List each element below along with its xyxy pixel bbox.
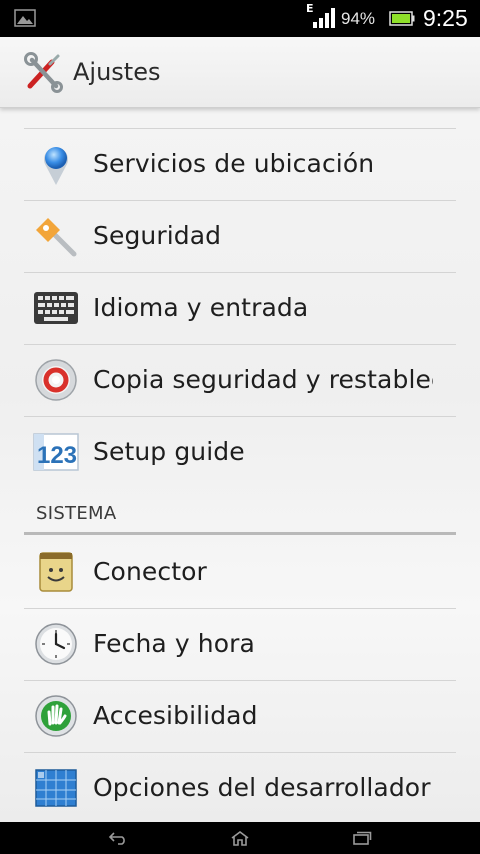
recent-apps-button[interactable]	[342, 826, 382, 850]
status-bar: E 94% 9:25	[0, 0, 480, 37]
page-title: Ajustes	[73, 58, 161, 86]
setting-label: Copia seguridad y restablece	[93, 365, 433, 394]
clock-icon	[35, 623, 77, 665]
image-notification-icon	[14, 9, 36, 27]
setting-setup-guide[interactable]: 123 Setup guide	[0, 416, 480, 488]
back-icon	[108, 832, 125, 845]
setup-guide-icon: 123	[33, 433, 79, 471]
setting-label: Opciones del desarrollador	[93, 773, 431, 802]
setting-label: Accesibilidad	[93, 701, 258, 730]
setting-backup-reset[interactable]: Copia seguridad y restablece	[0, 344, 480, 416]
clock-time: 9:25	[423, 5, 468, 31]
partial-item-icon	[40, 108, 74, 114]
setting-label: Setup guide	[93, 437, 245, 466]
setting-label: Idioma y entrada	[93, 293, 309, 322]
battery-percent: 94%	[341, 9, 376, 28]
section-header-system: SISTEMA	[36, 503, 117, 524]
setting-security[interactable]: Seguridad	[0, 200, 480, 272]
settings-list[interactable]: Servicios de ubicación Seguridad Idioma …	[0, 108, 480, 822]
setting-location-services[interactable]: Servicios de ubicación	[0, 128, 480, 200]
recent-apps-icon	[353, 831, 372, 845]
setting-developer-options[interactable]: Opciones del desarrollador	[0, 752, 480, 822]
setting-language-input[interactable]: Idioma y entrada	[0, 272, 480, 344]
setting-label: Seguridad	[93, 221, 222, 250]
home-icon	[231, 831, 249, 846]
setting-accessibility[interactable]: Accesibilidad	[0, 680, 480, 752]
settings-tools-icon[interactable]	[22, 52, 64, 94]
svg-text:123: 123	[37, 442, 77, 469]
section-divider	[24, 532, 456, 535]
back-button[interactable]	[98, 826, 138, 850]
connector-icon	[39, 552, 73, 592]
setting-label: Conector	[93, 557, 207, 586]
setting-label: Fecha y hora	[93, 629, 255, 658]
home-button[interactable]	[220, 826, 260, 850]
battery-icon	[389, 11, 415, 26]
location-icon	[44, 147, 68, 185]
signal-icon	[313, 8, 335, 28]
navigation-bar	[0, 822, 480, 854]
developer-icon	[35, 769, 77, 807]
setting-date-time[interactable]: Fecha y hora	[0, 608, 480, 680]
action-bar: Ajustes	[0, 37, 480, 108]
backup-icon	[35, 359, 77, 401]
keyboard-icon	[34, 292, 78, 324]
setting-label: Servicios de ubicación	[93, 149, 375, 178]
key-icon	[36, 218, 77, 257]
accessibility-icon	[35, 695, 77, 737]
setting-connector[interactable]: Conector	[0, 536, 480, 608]
